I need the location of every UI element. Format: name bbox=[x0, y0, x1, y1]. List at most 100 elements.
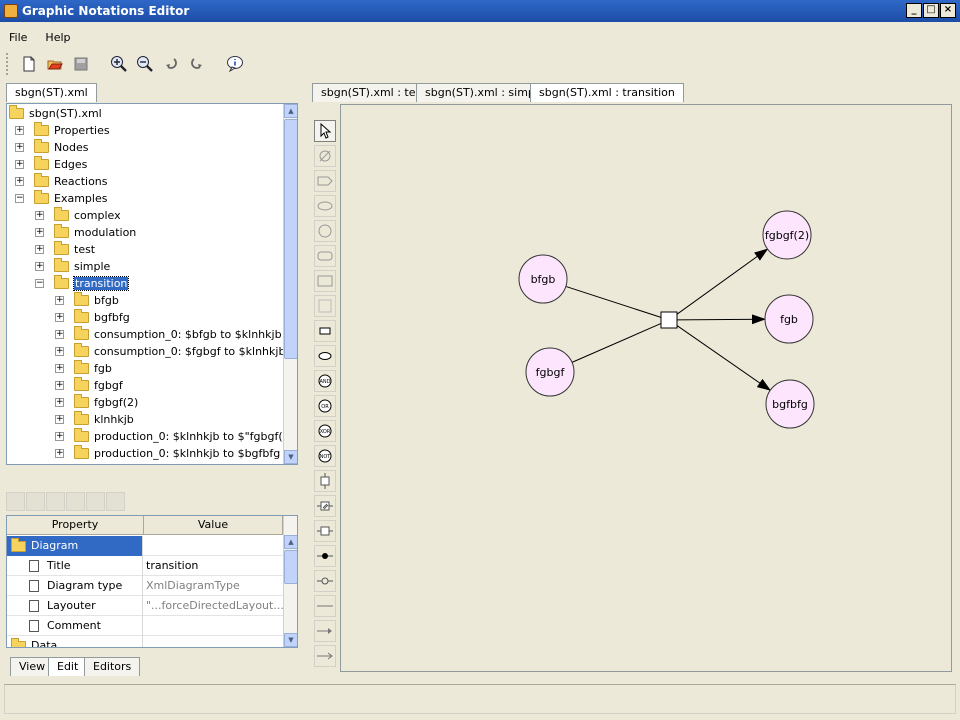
scroll-thumb[interactable] bbox=[284, 119, 297, 359]
production-edge[interactable] bbox=[675, 324, 772, 391]
redo-button[interactable] bbox=[186, 53, 208, 75]
zoom-in-button[interactable] bbox=[108, 53, 130, 75]
palette-not-operator-button[interactable]: NOT bbox=[314, 445, 336, 467]
tab-editors[interactable]: Editors bbox=[84, 657, 141, 676]
palette-and-operator-button[interactable]: AND bbox=[314, 370, 336, 392]
palette-tag-shape-button[interactable] bbox=[314, 170, 336, 192]
property-tool-button[interactable] bbox=[106, 492, 125, 511]
property-row[interactable]: Diagram bbox=[7, 536, 283, 556]
collapse-icon[interactable]: − bbox=[35, 279, 44, 288]
scroll-down-icon[interactable]: ▼ bbox=[284, 450, 297, 464]
expand-icon[interactable]: + bbox=[55, 381, 64, 390]
tree-item[interactable]: + Properties bbox=[15, 122, 110, 139]
production-edge[interactable] bbox=[675, 248, 769, 316]
expand-icon[interactable]: + bbox=[15, 160, 24, 169]
palette-omitted-process-button[interactable] bbox=[314, 495, 336, 517]
process-node[interactable] bbox=[660, 311, 678, 329]
property-column-header[interactable]: Property bbox=[7, 516, 144, 535]
tab-sbgn-file[interactable]: sbgn(ST).xml bbox=[6, 83, 97, 102]
palette-rounded-rect-button[interactable] bbox=[314, 245, 336, 267]
scroll-up-icon[interactable]: ▲ bbox=[284, 535, 297, 549]
tree-item[interactable]: − Examples bbox=[15, 190, 107, 207]
open-file-button[interactable] bbox=[44, 53, 66, 75]
property-value[interactable] bbox=[144, 536, 283, 556]
expand-icon[interactable]: + bbox=[35, 211, 44, 220]
minimize-icon[interactable]: _ bbox=[906, 3, 922, 18]
property-tool-button[interactable] bbox=[66, 492, 85, 511]
tree-item[interactable]: + fgbgf bbox=[55, 377, 123, 394]
property-value[interactable]: "...forceDirectedLayout..." bbox=[144, 596, 283, 616]
property-row[interactable]: Layouter "...forceDirectedLayout..." bbox=[7, 596, 283, 616]
tab-edit[interactable]: Edit bbox=[48, 657, 88, 676]
property-tool-button[interactable] bbox=[6, 492, 25, 511]
zoom-out-button[interactable] bbox=[134, 53, 156, 75]
palette-small-rect-button[interactable] bbox=[314, 320, 336, 342]
tree-item[interactable]: − transition bbox=[35, 275, 130, 292]
tree-item[interactable]: + bfgb bbox=[55, 292, 119, 309]
palette-uncertain-process-button[interactable] bbox=[314, 520, 336, 542]
property-tool-button[interactable] bbox=[46, 492, 65, 511]
tree-item[interactable]: + Reactions bbox=[15, 173, 108, 190]
tree-item[interactable]: + Edges bbox=[15, 156, 87, 173]
tree-item[interactable]: + consumption_0: $fgbgf to $klnhkjb bbox=[55, 343, 285, 360]
tree-item[interactable]: sbgn(ST).xml bbox=[9, 105, 102, 122]
close-icon[interactable]: × bbox=[940, 3, 956, 18]
expand-icon[interactable]: + bbox=[55, 415, 64, 424]
save-button[interactable] bbox=[70, 53, 92, 75]
new-document-button[interactable] bbox=[18, 53, 40, 75]
property-row[interactable]: Title transition bbox=[7, 556, 283, 576]
property-value[interactable] bbox=[144, 616, 283, 636]
palette-circle-shape-button[interactable] bbox=[314, 220, 336, 242]
expand-icon[interactable]: + bbox=[55, 398, 64, 407]
palette-or-operator-button[interactable]: OR bbox=[314, 395, 336, 417]
palette-line-button[interactable] bbox=[314, 595, 336, 617]
expand-icon[interactable]: + bbox=[35, 262, 44, 271]
property-tool-button[interactable] bbox=[86, 492, 105, 511]
scroll-down-icon[interactable]: ▼ bbox=[284, 633, 297, 647]
menu-help[interactable]: Help bbox=[36, 31, 79, 44]
expand-icon[interactable]: + bbox=[15, 126, 24, 135]
expand-icon[interactable]: + bbox=[55, 364, 64, 373]
palette-xor-operator-button[interactable]: XOR bbox=[314, 420, 336, 442]
property-row[interactable]: Diagram type XmlDiagramType bbox=[7, 576, 283, 596]
palette-arrow-button[interactable] bbox=[314, 620, 336, 642]
tree-item[interactable]: + modulation bbox=[35, 224, 136, 241]
tree-item[interactable]: + consumption_0: $bfgb to $klnhkjb bbox=[55, 326, 282, 343]
consumption-edge[interactable] bbox=[565, 285, 662, 319]
tree-item[interactable]: + production_0: $klnhkjb to $bgfbfg bbox=[55, 445, 280, 462]
palette-association-button[interactable] bbox=[314, 545, 336, 567]
undo-button[interactable] bbox=[160, 53, 182, 75]
property-value[interactable]: transition bbox=[144, 556, 283, 576]
expand-icon[interactable]: + bbox=[55, 330, 64, 339]
tab-doc-transition[interactable]: sbgn(ST).xml : transition bbox=[530, 83, 684, 102]
tree-scrollbar[interactable]: ▲ ▼ bbox=[283, 104, 297, 464]
consumption-edge[interactable] bbox=[571, 322, 662, 363]
property-row[interactable]: Data bbox=[7, 636, 283, 647]
tree-item[interactable]: + test bbox=[35, 241, 95, 258]
property-value[interactable]: XmlDiagramType bbox=[144, 576, 283, 596]
expand-icon[interactable]: + bbox=[55, 449, 64, 458]
palette-open-arrow-button[interactable] bbox=[314, 645, 336, 667]
expand-icon[interactable]: + bbox=[55, 296, 64, 305]
palette-square-shape-button[interactable] bbox=[314, 295, 336, 317]
value-column-header[interactable]: Value bbox=[144, 516, 283, 535]
info-button[interactable] bbox=[224, 53, 246, 75]
production-edge[interactable] bbox=[676, 314, 767, 325]
menu-file[interactable]: File bbox=[0, 31, 36, 44]
scroll-thumb[interactable] bbox=[284, 550, 297, 584]
property-row[interactable]: Comment bbox=[7, 616, 283, 636]
toolbar-grip[interactable] bbox=[6, 53, 10, 75]
property-scrollbar[interactable]: ▲ ▼ bbox=[283, 516, 297, 647]
palette-rect-shape-button[interactable] bbox=[314, 270, 336, 292]
tree-item[interactable]: + production_0: $klnhkjb to $"fgbgf(2)" bbox=[55, 428, 285, 445]
scroll-up-icon[interactable]: ▲ bbox=[284, 104, 297, 118]
expand-icon[interactable]: + bbox=[55, 432, 64, 441]
tree-item[interactable]: + Nodes bbox=[15, 139, 88, 156]
tree-item[interactable]: + fgbgf(2) bbox=[55, 394, 138, 411]
palette-process-button[interactable] bbox=[314, 470, 336, 492]
tree-item[interactable]: + complex bbox=[35, 207, 121, 224]
collapse-icon[interactable]: − bbox=[15, 194, 24, 203]
tree-item[interactable]: + klnhkjb bbox=[55, 411, 134, 428]
maximize-icon[interactable]: □ bbox=[923, 3, 939, 18]
expand-icon[interactable]: + bbox=[55, 313, 64, 322]
